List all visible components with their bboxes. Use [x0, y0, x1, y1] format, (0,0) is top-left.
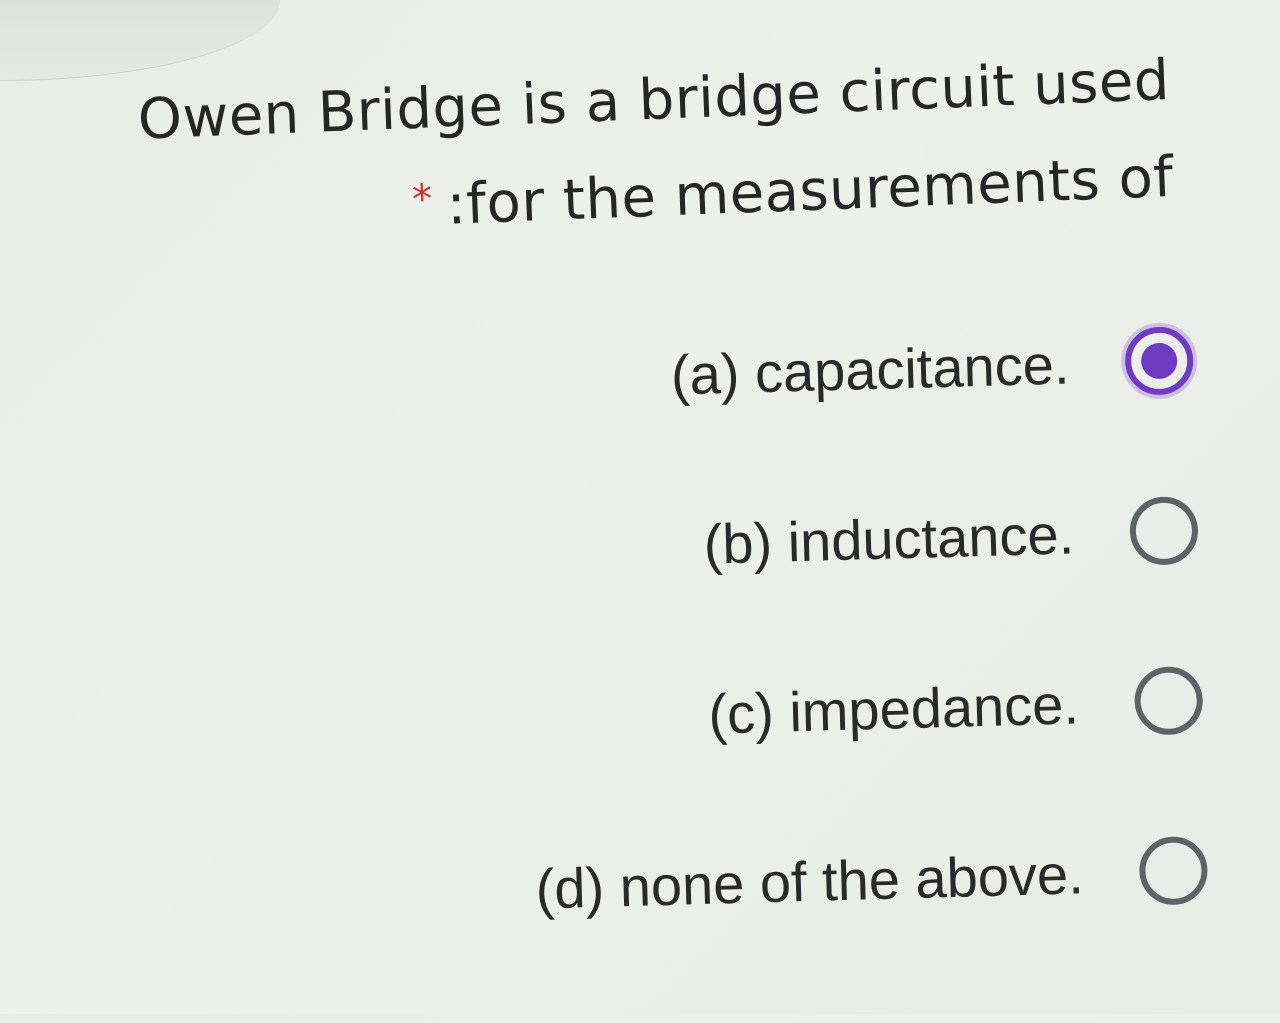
question-title: Owen Bridge is a bridge circuit used *:f…	[109, 36, 1175, 264]
option-label: (b) inductance.	[702, 501, 1075, 576]
question-line-2: :for the measurements of	[445, 144, 1175, 238]
option-label: (d) none of the above.	[534, 841, 1085, 921]
option-label: (a) capacitance.	[670, 331, 1071, 407]
options-group: (a) capacitance. (b) inductance. (c) imp…	[292, 318, 1211, 1023]
radio-button-selected[interactable]	[1124, 325, 1195, 396]
radio-dot-icon	[1140, 342, 1178, 380]
option-c[interactable]: (c) impedance.	[302, 658, 1204, 767]
option-label: (c) impedance.	[707, 671, 1080, 746]
page-corner-shade	[0, 0, 280, 81]
radio-button[interactable]	[1138, 835, 1209, 906]
radio-button[interactable]	[1133, 665, 1204, 736]
radio-button[interactable]	[1128, 495, 1199, 566]
option-b[interactable]: (b) inductance.	[297, 488, 1199, 597]
option-a[interactable]: (a) capacitance.	[292, 318, 1195, 427]
required-asterisk: *	[411, 176, 434, 224]
option-d[interactable]: (d) none of the above.	[307, 828, 1209, 937]
